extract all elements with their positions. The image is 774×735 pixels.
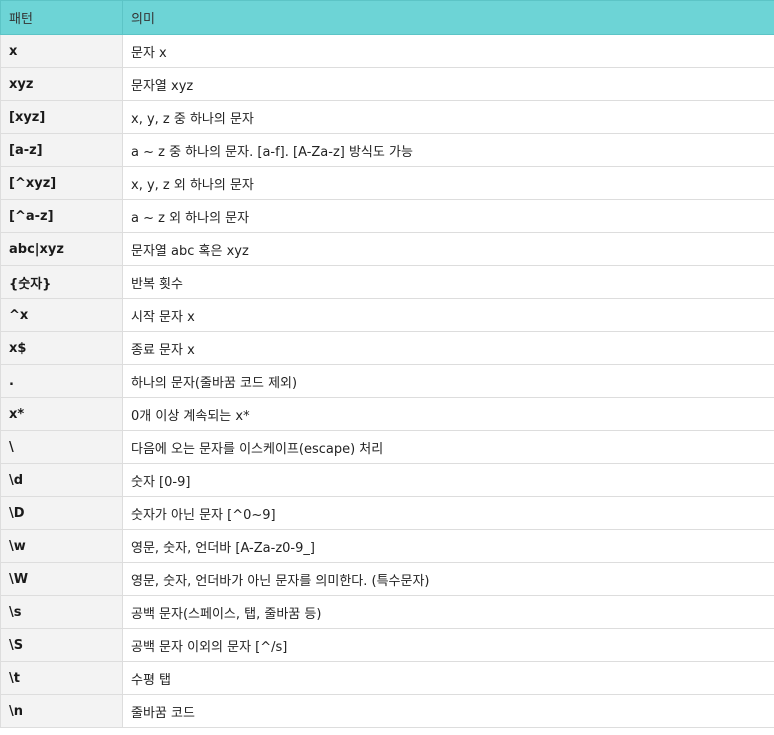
table-row: [a-z] a ~ z 중 하나의 문자. [a-f]. [A-Za-z] 방식도… <box>0 133 774 167</box>
header-row: 패턴 의미 <box>0 0 774 35</box>
pattern-cell: \ <box>0 430 123 464</box>
meaning-cell: 공백 문자(스페이스, 탭, 줄바꿈 등) <box>122 595 774 629</box>
meaning-cell: 시작 문자 x <box>122 298 774 332</box>
pattern-cell: ^x <box>0 298 123 332</box>
pattern-cell: \D <box>0 496 123 530</box>
meaning-cell: 영문, 숫자, 언더바 [A-Za-z0-9_] <box>122 529 774 563</box>
table-row: . 하나의 문자(줄바꿈 코드 제외) <box>0 364 774 398</box>
table-body: x 문자 x xyz 문자열 xyz [xyz] x, y, z 중 하나의 문자 [a-z… <box>0 34 774 728</box>
table-row: \w 영문, 숫자, 언더바 [A-Za-z0-9_] <box>0 529 774 563</box>
meaning-cell: 종료 문자 x <box>122 331 774 365</box>
pattern-cell: [^a-z] <box>0 199 123 233</box>
pattern-cell: x* <box>0 397 123 431</box>
table-row: [xyz] x, y, z 중 하나의 문자 <box>0 100 774 134</box>
table-row: x 문자 x <box>0 34 774 68</box>
pattern-cell: x$ <box>0 331 123 365</box>
pattern-cell: [xyz] <box>0 100 123 134</box>
table-header: 패턴 의미 <box>0 0 774 35</box>
table-row: abc|xyz 문자열 abc 혹은 xyz <box>0 232 774 266</box>
meaning-cell: 숫자가 아닌 문자 [^0~9] <box>122 496 774 530</box>
header-pattern: 패턴 <box>0 0 123 35</box>
table-row: {숫자} 반복 횟수 <box>0 265 774 299</box>
pattern-cell: abc|xyz <box>0 232 123 266</box>
meaning-cell: 영문, 숫자, 언더바가 아닌 문자를 의미한다. (특수문자) <box>122 562 774 596</box>
pattern-cell: xyz <box>0 67 123 101</box>
meaning-cell: 수평 탭 <box>122 661 774 695</box>
pattern-cell: {숫자} <box>0 265 123 299</box>
meaning-cell: 문자열 xyz <box>122 67 774 101</box>
pattern-cell: \d <box>0 463 123 497</box>
table-row: \W 영문, 숫자, 언더바가 아닌 문자를 의미한다. (특수문자) <box>0 562 774 596</box>
pattern-cell: \W <box>0 562 123 596</box>
pattern-cell: [^xyz] <box>0 166 123 200</box>
pattern-cell: \s <box>0 595 123 629</box>
pattern-cell: [a-z] <box>0 133 123 167</box>
meaning-cell: 숫자 [0-9] <box>122 463 774 497</box>
table-row: \d 숫자 [0-9] <box>0 463 774 497</box>
table-row: x$ 종료 문자 x <box>0 331 774 365</box>
pattern-cell: . <box>0 364 123 398</box>
meaning-cell: 하나의 문자(줄바꿈 코드 제외) <box>122 364 774 398</box>
meaning-cell: x, y, z 외 하나의 문자 <box>122 166 774 200</box>
table-row: x* 0개 이상 계속되는 x* <box>0 397 774 431</box>
table-row: \S 공백 문자 이외의 문자 [^/s] <box>0 628 774 662</box>
meaning-cell: a ~ z 외 하나의 문자 <box>122 199 774 233</box>
meaning-cell: 반복 횟수 <box>122 265 774 299</box>
pattern-cell: \S <box>0 628 123 662</box>
regex-pattern-table: 패턴 의미 x 문자 x xyz 문자열 xyz [xyz] x, y, z 중 하나의 … <box>0 0 774 728</box>
table-row: \t 수평 탭 <box>0 661 774 695</box>
pattern-cell: \n <box>0 694 123 728</box>
table-row: ^x 시작 문자 x <box>0 298 774 332</box>
meaning-cell: 0개 이상 계속되는 x* <box>122 397 774 431</box>
table-row: xyz 문자열 xyz <box>0 67 774 101</box>
table-row: \s 공백 문자(스페이스, 탭, 줄바꿈 등) <box>0 595 774 629</box>
meaning-cell: a ~ z 중 하나의 문자. [a-f]. [A-Za-z] 방식도 가능 <box>122 133 774 167</box>
pattern-cell: x <box>0 34 123 68</box>
meaning-cell: 다음에 오는 문자를 이스케이프(escape) 처리 <box>122 430 774 464</box>
table-row: \ 다음에 오는 문자를 이스케이프(escape) 처리 <box>0 430 774 464</box>
pattern-cell: \w <box>0 529 123 563</box>
meaning-cell: 줄바꿈 코드 <box>122 694 774 728</box>
meaning-cell: 문자열 abc 혹은 xyz <box>122 232 774 266</box>
meaning-cell: x, y, z 중 하나의 문자 <box>122 100 774 134</box>
table-row: \n 줄바꿈 코드 <box>0 694 774 728</box>
pattern-cell: \t <box>0 661 123 695</box>
table-row: [^xyz] x, y, z 외 하나의 문자 <box>0 166 774 200</box>
meaning-cell: 공백 문자 이외의 문자 [^/s] <box>122 628 774 662</box>
header-meaning: 의미 <box>122 0 774 35</box>
table-row: \D 숫자가 아닌 문자 [^0~9] <box>0 496 774 530</box>
meaning-cell: 문자 x <box>122 34 774 68</box>
table-row: [^a-z] a ~ z 외 하나의 문자 <box>0 199 774 233</box>
